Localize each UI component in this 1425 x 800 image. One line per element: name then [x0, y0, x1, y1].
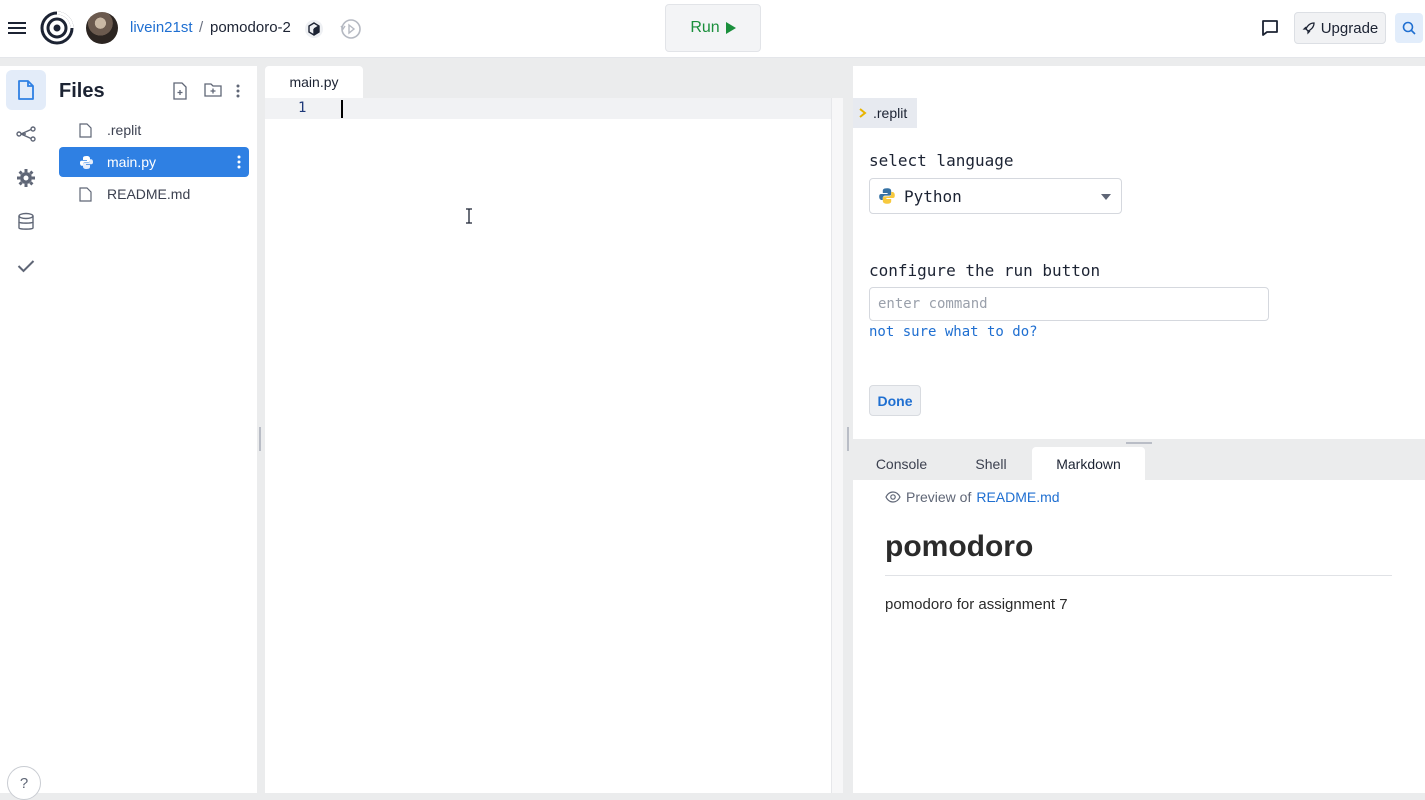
code-editor: main.py 1: [265, 66, 843, 793]
file-name: .replit: [107, 122, 142, 138]
upgrade-button[interactable]: Upgrade: [1294, 12, 1386, 44]
new-file-icon[interactable]: [172, 82, 190, 100]
markdown-paragraph: pomodoro for assignment 7: [885, 596, 1068, 613]
editor-scrollbar[interactable]: [831, 98, 843, 793]
heading-divider: [885, 575, 1392, 576]
question-icon: ?: [19, 774, 29, 792]
tab-console[interactable]: Console: [853, 447, 950, 480]
markdown-preview: Preview of README.md pomodoro pomodoro f…: [853, 480, 1425, 793]
file-name: main.py: [107, 154, 157, 170]
dropdown-arrow-icon: [1101, 194, 1111, 200]
breadcrumb-user[interactable]: livein21st: [130, 19, 193, 36]
chat-icon[interactable]: [1260, 18, 1280, 38]
unit-tests-rail-button[interactable]: [6, 246, 46, 286]
file-icon: [79, 122, 95, 138]
new-folder-icon[interactable]: [204, 82, 222, 100]
tab-main-py[interactable]: main.py: [265, 66, 363, 98]
tab-replit-config[interactable]: .replit: [853, 98, 917, 128]
python-icon: [879, 188, 895, 204]
line-number: 1: [298, 100, 307, 116]
gear-icon: [17, 169, 35, 187]
file-icon: [79, 186, 95, 202]
files-rail-button[interactable]: [6, 70, 46, 110]
search-button[interactable]: [1395, 13, 1423, 43]
console-resize-handle[interactable]: [1126, 442, 1152, 444]
run-command-input[interactable]: [869, 287, 1269, 321]
files-title: Files: [59, 80, 105, 102]
editor-resize-handle[interactable]: [847, 427, 849, 451]
language-select[interactable]: Python: [869, 178, 1122, 214]
file-item-readme[interactable]: README.md: [59, 179, 249, 209]
history-icon[interactable]: [339, 17, 363, 41]
replit-logo-icon[interactable]: [40, 11, 74, 45]
avatar[interactable]: [86, 12, 118, 44]
file-item-main-py[interactable]: main.py: [59, 147, 249, 177]
breadcrumb-separator: /: [199, 19, 204, 36]
text-caret: [341, 100, 343, 118]
file-item-replit[interactable]: .replit: [59, 115, 249, 145]
help-button[interactable]: ?: [7, 766, 41, 800]
code-area[interactable]: 1: [265, 98, 831, 793]
active-line: [265, 98, 831, 119]
language-label: select language: [869, 151, 1014, 170]
console-tab-bar: Console Shell Markdown: [853, 447, 1425, 480]
checkmark-icon: [17, 260, 35, 273]
file-icon: [18, 80, 34, 100]
done-button[interactable]: Done: [869, 385, 921, 416]
menu-icon[interactable]: [6, 17, 28, 39]
database-icon: [18, 212, 34, 230]
tab-shell[interactable]: Shell: [950, 447, 1032, 480]
settings-rail-button[interactable]: [6, 158, 46, 198]
file-kebab-icon[interactable]: [235, 154, 243, 170]
file-name: README.md: [107, 186, 191, 202]
language-value: Python: [904, 186, 962, 206]
version-control-rail-button[interactable]: [6, 114, 46, 154]
run-command-label: configure the run button: [869, 261, 1101, 280]
preview-file-link[interactable]: README.md: [976, 489, 1059, 505]
help-link[interactable]: not sure what to do?: [869, 324, 1038, 340]
rocket-icon: [1302, 22, 1315, 35]
cube-icon[interactable]: [304, 19, 324, 39]
more-options-icon[interactable]: [234, 82, 252, 100]
top-bar: livein21st / pomodoro-2 Run Upgrade: [0, 0, 1425, 58]
side-rail: [0, 66, 52, 793]
upgrade-label: Upgrade: [1320, 19, 1379, 37]
markdown-heading: pomodoro: [885, 530, 1034, 563]
run-button[interactable]: Run: [665, 4, 761, 52]
editor-tab-bar: main.py: [265, 66, 843, 98]
files-panel: Files .replit main.py README.md: [52, 66, 257, 793]
preview-header: Preview of README.md: [885, 489, 1060, 505]
search-icon: [1402, 21, 1416, 35]
run-label: Run: [690, 19, 720, 36]
preview-prefix: Preview of: [906, 489, 972, 505]
chevron-right-icon: [859, 108, 867, 118]
database-rail-button[interactable]: [6, 202, 46, 242]
tab-markdown[interactable]: Markdown: [1032, 447, 1145, 480]
replit-config-pane: .replit select language Python configure…: [853, 66, 1425, 439]
python-icon: [79, 154, 95, 170]
eye-icon: [885, 491, 901, 503]
replit-tab-label: .replit: [873, 105, 908, 121]
git-branch-icon: [16, 126, 36, 142]
play-icon: [725, 22, 736, 34]
files-resize-handle[interactable]: [259, 427, 261, 451]
ibeam-cursor-icon: [465, 208, 473, 224]
breadcrumb-repl-name[interactable]: pomodoro-2: [210, 19, 291, 36]
